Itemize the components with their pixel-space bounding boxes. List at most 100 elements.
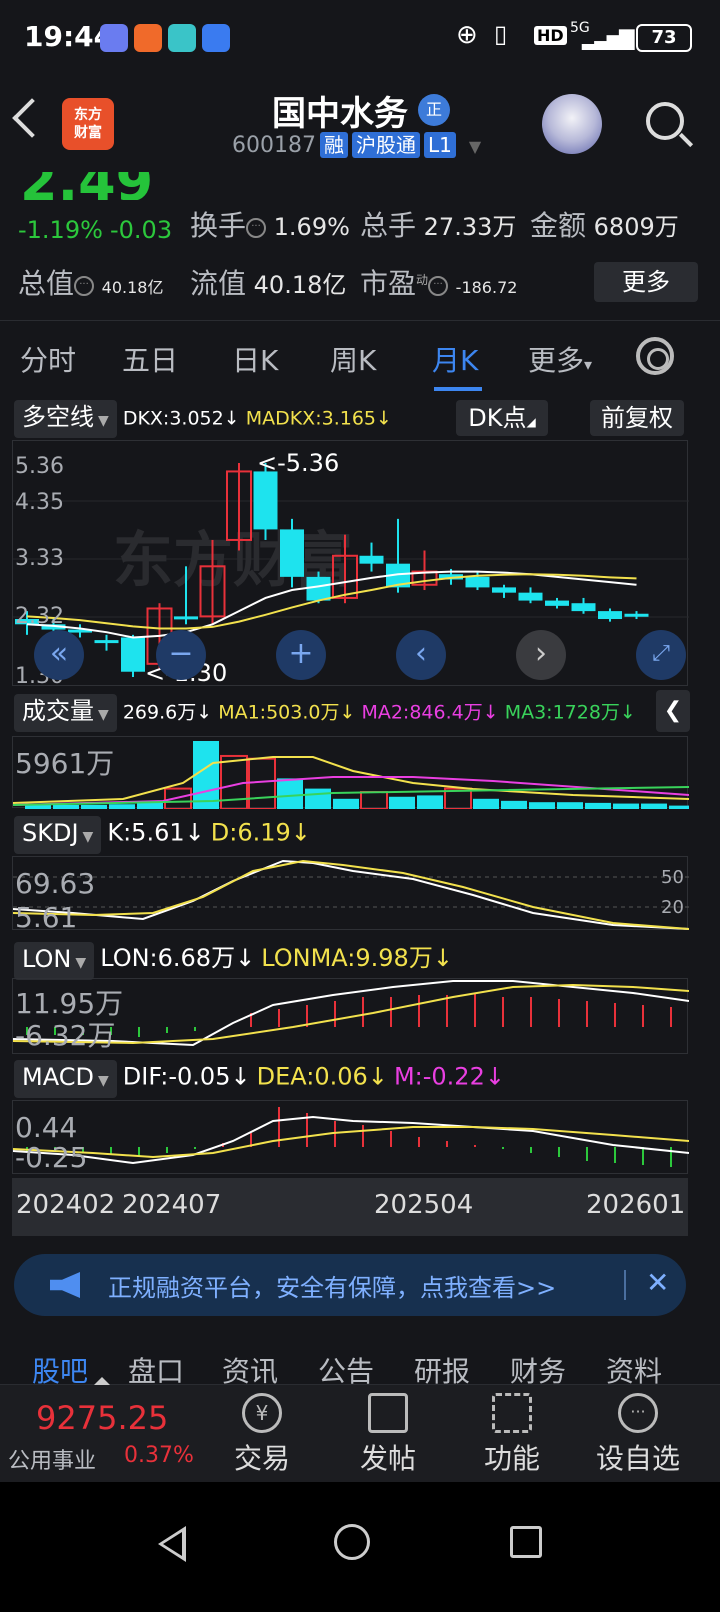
stock-name: 国中水务 xyxy=(272,94,408,134)
kline-svg: 东方财富 5.36 4.35 3.33 2.32 1.30 <-5.36 <-1… xyxy=(13,449,689,689)
functions-button[interactable]: 功能 xyxy=(462,1393,562,1477)
market-cap: 总值 ··· 40.18亿 xyxy=(18,267,164,300)
tab-five-day[interactable]: 五日 xyxy=(122,339,178,379)
battery-icon: 73 xyxy=(636,24,692,52)
app-logo[interactable]: 东方 财富 xyxy=(62,98,114,150)
collapse-panel-button[interactable]: ❮ xyxy=(656,690,690,732)
right-label: 20 xyxy=(661,897,684,918)
bottom-dock: 9275.25 公用事业 0.37% ¥ 交易 发帖 功能 ··· 设自选 xyxy=(0,1377,720,1482)
scroll-right-button[interactable]: › xyxy=(516,630,566,680)
amount: 金额 6809万 xyxy=(530,209,679,242)
scroll-left-button[interactable]: ‹ xyxy=(396,630,446,680)
high-marker: <-5.36 xyxy=(257,449,339,477)
volume-value: 269.6万↓ xyxy=(122,701,213,724)
gear-icon[interactable] xyxy=(636,337,674,375)
post-button[interactable]: 发帖 xyxy=(338,1393,438,1477)
tab-daily-k[interactable]: 日K xyxy=(232,339,278,379)
info-icon[interactable]: ··· xyxy=(428,276,449,296)
add-watchlist-button[interactable]: ··· 设自选 xyxy=(588,1393,688,1477)
more-button[interactable]: 更多 xyxy=(594,262,698,302)
skdj-chart[interactable]: 69.63 5.61 50 20 xyxy=(12,856,690,934)
tag-l1: L1 xyxy=(423,132,456,158)
kline-chart[interactable]: 东方财富 5.36 4.35 3.33 2.32 1.30 <-5.36 <-1… xyxy=(12,440,689,689)
x-label: 202601 xyxy=(586,1190,686,1220)
skdj-indicator-select[interactable]: SKDJ ▼ xyxy=(14,816,102,854)
y-label: 11.95万 xyxy=(15,987,123,1020)
caret-down-icon: ▼ xyxy=(97,1073,109,1089)
candle-body xyxy=(280,529,304,577)
caret-down-icon: ▼ xyxy=(82,829,94,845)
corner-icon: ◢ xyxy=(526,415,536,429)
zoom-out-button[interactable]: − xyxy=(156,630,206,680)
ad-banner[interactable]: 正规融资平台，安全有保障，点我查看>> ✕ xyxy=(14,1254,686,1316)
candle-body xyxy=(465,576,490,588)
nav-recents-icon[interactable] xyxy=(510,1526,542,1558)
tab-weekly-k[interactable]: 周K xyxy=(330,339,376,379)
macd-indicator-select[interactable]: MACD ▼ xyxy=(14,1060,117,1098)
caret-up-icon[interactable] xyxy=(94,1377,110,1385)
ma3-value: MA3:1728万↓ xyxy=(504,701,636,724)
macd-svg: 0.44 -0.25 xyxy=(12,1107,690,1174)
macd-chart[interactable]: 0.44 -0.25 xyxy=(12,1100,690,1174)
y-label: 0.44 xyxy=(15,1111,77,1144)
volume-bar xyxy=(248,757,276,810)
close-icon[interactable]: ✕ xyxy=(646,1266,669,1299)
speaker-icon xyxy=(50,1272,80,1298)
x-label: 202402 xyxy=(16,1190,116,1220)
y-label: 69.63 xyxy=(15,867,95,900)
candle-body xyxy=(306,576,331,601)
ma1-line xyxy=(12,756,690,804)
volume-svg: 5961万 xyxy=(12,741,695,810)
scroll-left-fast-button[interactable]: « xyxy=(34,630,84,680)
adjust-button[interactable]: 前复权 xyxy=(590,400,684,436)
lon-indicator-select[interactable]: LON ▼ xyxy=(14,941,95,980)
volume-bar xyxy=(109,804,135,809)
volume-bar xyxy=(193,741,219,809)
volume-bar xyxy=(473,798,499,809)
candle-body xyxy=(94,640,119,644)
sector-index-value[interactable]: 9275.25 xyxy=(36,1399,168,1437)
nav-back-icon[interactable] xyxy=(158,1526,186,1562)
tab-intraday[interactable]: 分时 xyxy=(20,339,76,379)
volume-chart[interactable]: 5961万 xyxy=(12,736,695,810)
y-label-high: 5.36 xyxy=(15,454,64,479)
candle-body xyxy=(253,471,278,530)
settings-notification-icon xyxy=(202,24,230,52)
trade-button[interactable]: ¥ 交易 xyxy=(212,1393,312,1477)
app-notification-icon xyxy=(100,24,128,52)
tab-monthly-k[interactable]: 月K xyxy=(432,339,478,379)
y-label: -6.32万 xyxy=(15,1019,115,1052)
info-icon[interactable]: ··· xyxy=(246,218,267,238)
search-icon[interactable] xyxy=(646,102,684,140)
dkx-value: DKX:3.052↓ xyxy=(122,407,240,430)
lon-svg: 11.95万 -6.32万 xyxy=(12,980,690,1052)
macd-indicator-row: MACD ▼ DIF:-0.05↓ DEA:0.06↓ M:-0.22↓ xyxy=(14,1060,505,1098)
stock-header: 东方 财富 国中水务 正 600187 融沪股通 L1 ▼ xyxy=(0,76,720,172)
dk-point-button[interactable]: DK点◢ xyxy=(456,400,548,436)
back-icon[interactable] xyxy=(12,98,52,138)
kline-indicator-row: 多空线 ▼ DKX:3.052↓ MADKX:3.165↓ xyxy=(14,400,392,438)
candle-body xyxy=(518,592,543,601)
tab-more[interactable]: 更多▾ xyxy=(528,339,592,379)
pe-ratio: 市盈动 ··· -186.72 xyxy=(360,267,518,300)
kline-indicator-select[interactable]: 多空线 ▼ xyxy=(14,400,117,438)
assistant-avatar[interactable] xyxy=(542,94,602,154)
y-label: 4.35 xyxy=(15,490,64,515)
hd-icon: HD xyxy=(534,26,567,45)
stock-code-line[interactable]: 600187 融沪股通 L1 ▼ xyxy=(232,132,481,158)
info-icon[interactable]: ··· xyxy=(74,276,95,296)
chevron-down-icon: ▼ xyxy=(468,137,482,156)
dif-value: DIF:-0.05↓ xyxy=(122,1062,251,1091)
caret-down-icon: ▾ xyxy=(584,355,593,374)
nav-home-icon[interactable] xyxy=(334,1524,370,1560)
fullscreen-icon[interactable]: ⤢ xyxy=(636,630,686,680)
period-tabs: 分时 五日 日K 周K 月K 更多▾ xyxy=(0,320,720,396)
volume-bar xyxy=(669,805,695,809)
stock-code: 600187 xyxy=(232,133,316,158)
lon-chart[interactable]: 11.95万 -6.32万 xyxy=(12,978,690,1054)
zoom-in-button[interactable]: + xyxy=(276,630,326,680)
madkx-value: MADKX:3.165↓ xyxy=(245,407,392,430)
volume-indicator-select[interactable]: 成交量 ▼ xyxy=(14,694,117,732)
ma1-value: MA1:503.0万↓ xyxy=(218,701,356,724)
sector-name: 公用事业 xyxy=(8,1449,97,1474)
